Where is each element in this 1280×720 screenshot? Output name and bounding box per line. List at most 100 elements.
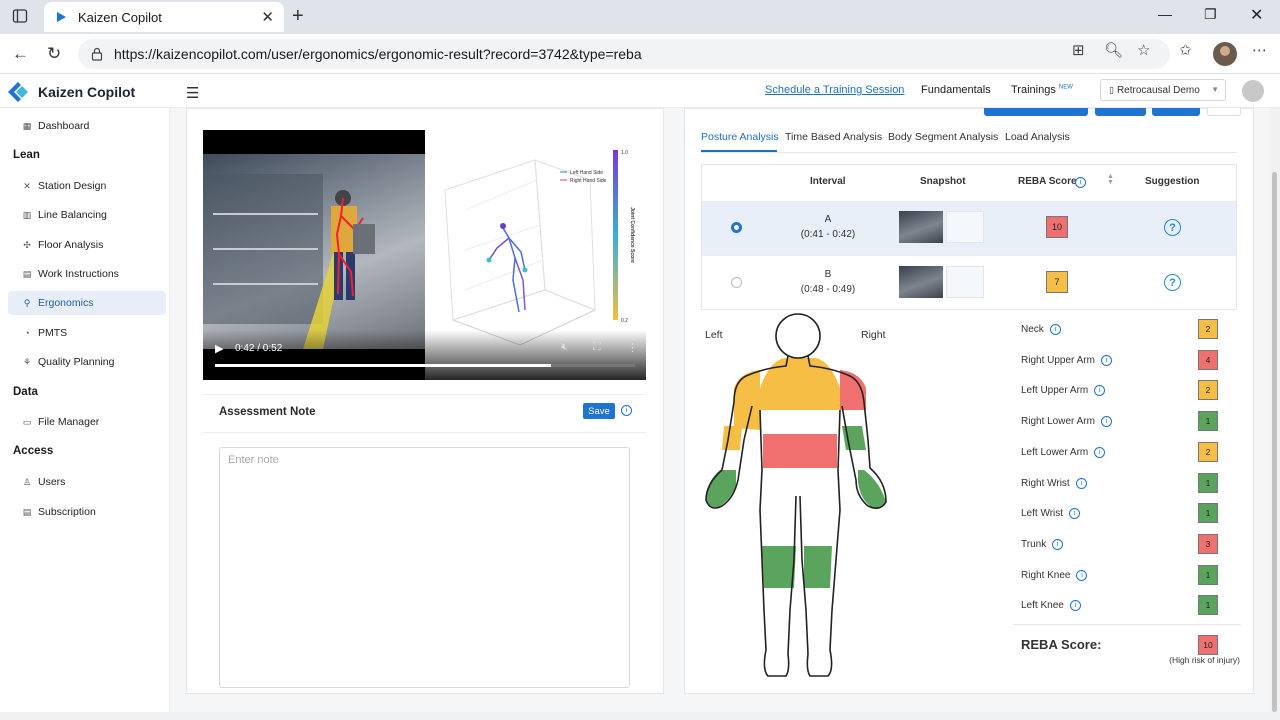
minimize-icon[interactable]: — <box>1158 6 1172 22</box>
org-select[interactable]: ▯ Retrocausal Demo ▼ <box>1100 79 1226 101</box>
info-icon[interactable]: i <box>1069 508 1081 519</box>
video-more-icon[interactable]: ⋮ <box>627 341 638 354</box>
info-icon[interactable]: i <box>1076 570 1088 581</box>
page-scrollbar[interactable] <box>1270 108 1280 720</box>
info-icon[interactable]: i <box>1052 539 1064 550</box>
snapshot-video-thumb[interactable] <box>899 211 943 243</box>
segment-label: Right Upper Arm i <box>1021 355 1112 366</box>
trainings-link[interactable]: Trainings NEW <box>1011 84 1073 96</box>
fullscreen-icon[interactable]: ⛶ <box>593 341 601 354</box>
sidebar-item-dashboard[interactable]: ▦ Dashboard <box>8 114 166 138</box>
sidebar-item-station-design[interactable]: ✕ Station Design <box>8 174 166 198</box>
play-icon[interactable]: ▶ <box>215 342 223 355</box>
assessment-note-input[interactable] <box>219 447 630 688</box>
info-icon[interactable]: i <box>1100 355 1112 366</box>
row-radio[interactable] <box>731 277 742 288</box>
sidebar-item-work-instructions[interactable]: ▤ Work Instructions <box>8 262 166 286</box>
segment-score-badge: 1 <box>1198 411 1218 431</box>
profile-avatar[interactable] <box>1213 42 1237 66</box>
tab-load-analysis[interactable]: Load Analysis <box>1005 131 1070 143</box>
dashboard-icon: ▦ <box>22 120 32 131</box>
sidebar-item-line-balancing[interactable]: ▥ Line Balancing <box>8 203 166 227</box>
reba-score-badge: 7 <box>1046 271 1068 293</box>
tab-body-segment-analysis[interactable]: Body Segment Analysis <box>888 131 998 143</box>
segment-label: Trunk i <box>1021 539 1064 550</box>
segment-score-badge: 1 <box>1198 473 1218 493</box>
snapshot-video-thumb[interactable] <box>899 266 943 298</box>
mute-icon[interactable]: 🔇︎ <box>561 341 568 354</box>
sidebar-item-ergonomics[interactable]: ⚲ Ergonomics <box>8 291 166 315</box>
quality-planning-icon: ⚘ <box>22 356 32 367</box>
snapshot-plot-thumb[interactable] <box>946 211 984 243</box>
sidebar: ▦ Dashboard Lean ✕ Station Design ▥ Line Ba… <box>0 108 170 720</box>
edit-button[interactable] <box>1207 108 1241 116</box>
segment-name: Neck <box>1021 324 1044 335</box>
segment-name: Right Upper Arm <box>1021 355 1095 366</box>
info-icon[interactable]: i <box>1094 447 1106 458</box>
sidebar-item-subscription[interactable]: ▤ Subscription <box>8 500 166 524</box>
video-player[interactable]: Left Hand Side Right Hand Side 1.0 0.2 J… <box>203 130 646 380</box>
menu-toggle-icon[interactable]: ☰ <box>186 84 199 102</box>
col-header-reba-score[interactable]: REBA Score <box>1018 176 1077 187</box>
video-time: 0:42 / 0:52 <box>235 343 283 354</box>
save-button[interactable]: Save <box>583 403 615 419</box>
info-icon[interactable]: i <box>1075 478 1087 489</box>
body-map-figure[interactable] <box>700 310 900 690</box>
favorites-icon[interactable]: ✩ <box>1179 41 1192 59</box>
schedule-training-link[interactable]: Schedule a Training Session <box>765 84 904 96</box>
snapshot-plot-thumb[interactable] <box>946 266 984 298</box>
generate-button[interactable] <box>984 108 1088 116</box>
info-icon[interactable]: i <box>1094 385 1106 396</box>
close-tab-icon[interactable]: ✕ <box>261 8 274 26</box>
sidebar-item-users[interactable]: ♙ Users <box>8 470 166 494</box>
share-button[interactable] <box>1152 108 1200 116</box>
app-name: Kaizen Copilot <box>38 84 136 100</box>
info-icon[interactable]: i <box>1075 177 1086 188</box>
row-radio[interactable] <box>731 222 742 233</box>
video-progress-bar[interactable] <box>215 364 635 367</box>
sidebar-item-label: Station Design <box>38 180 107 192</box>
refresh-icon[interactable]: ↻ <box>47 44 61 64</box>
new-tab-icon[interactable]: + <box>292 5 304 28</box>
segment-score-badge: 1 <box>1198 503 1218 523</box>
browser-tab[interactable]: Kaizen Copilot ✕ <box>44 2 284 32</box>
info-icon[interactable]: i <box>621 405 632 416</box>
colorbar-label: Joint Confidence Score <box>629 207 635 263</box>
report-button[interactable] <box>1095 108 1146 116</box>
sort-icon[interactable]: ▲ ▼ <box>1107 173 1114 186</box>
address-bar[interactable]: https://kaizencopilot.com/user/ergonomic… <box>78 39 1170 69</box>
active-tab-indicator <box>701 150 777 152</box>
user-avatar[interactable] <box>1242 80 1264 102</box>
favorite-star-icon[interactable]: ☆ <box>1137 41 1150 59</box>
scrollbar-thumb[interactable] <box>1272 172 1277 712</box>
info-icon[interactable]: i <box>1069 600 1081 611</box>
new-badge: NEW <box>1058 84 1073 91</box>
app-logo[interactable]: Kaizen Copilot <box>8 82 135 102</box>
info-icon[interactable]: i <box>1049 324 1061 335</box>
file-manager-icon: ▭ <box>22 416 32 427</box>
sidebar-item-quality-planning[interactable]: ⚘ Quality Planning <box>8 350 166 374</box>
more-icon[interactable]: ⋯ <box>1252 41 1267 59</box>
fundamentals-link[interactable]: Fundamentals <box>921 84 991 96</box>
tab-time-based-analysis[interactable]: Time Based Analysis <box>785 131 882 143</box>
back-icon[interactable]: ← <box>12 44 29 64</box>
reba-risk-text: (High risk of injury) <box>1169 655 1240 665</box>
sidebar-item-file-manager[interactable]: ▭ File Manager <box>8 410 166 434</box>
org-name: Retrocausal Demo <box>1116 84 1200 96</box>
sidebar-item-floor-analysis[interactable]: ✣ Floor Analysis <box>8 233 166 257</box>
sidebar-item-pmts[interactable]: ◔ PMTS <box>8 321 166 345</box>
panel-divider <box>203 394 646 395</box>
sidebar-item-label: Work Instructions <box>38 268 119 280</box>
sidebar-item-label: Line Balancing <box>38 209 107 221</box>
apps-icon[interactable]: ⊞ <box>1072 41 1085 59</box>
tab-posture-analysis[interactable]: Posture Analysis <box>701 131 779 143</box>
tab-actions-icon[interactable] <box>12 8 28 28</box>
restore-icon[interactable]: ❐ <box>1204 6 1217 23</box>
info-icon[interactable]: i <box>1100 416 1112 427</box>
suggestion-help-icon[interactable]: ? <box>1164 274 1181 291</box>
suggestion-help-icon[interactable]: ? <box>1164 219 1181 236</box>
sidebar-item-label: Dashboard <box>38 120 90 132</box>
zoom-icon[interactable]: 🔍︎ <box>1104 41 1123 59</box>
segment-label: Neck i <box>1021 324 1061 335</box>
close-window-icon[interactable]: ✕ <box>1250 5 1263 25</box>
